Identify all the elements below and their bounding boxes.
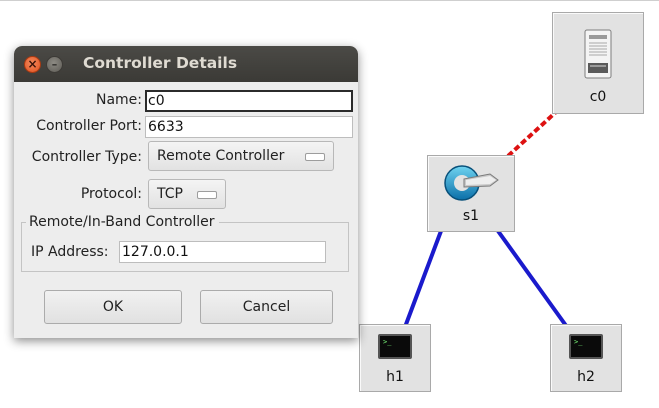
protocol-value: TCP [157,186,183,202]
dropdown-indicator-icon [305,153,325,161]
host1-link[interactable] [403,230,443,328]
name-label: Name: [95,92,142,108]
controller-server-icon [584,29,612,79]
host-node-h1[interactable]: >_ h1 [359,324,431,392]
dialog-title: Controller Details [83,54,238,72]
protocol-select[interactable]: TCP [148,179,226,209]
controller-type-label: Controller Type: [31,149,142,165]
switch-icon [444,165,499,201]
controller-type-value: Remote Controller [157,148,285,164]
ip-address-label: IP Address: [31,244,109,260]
dialog-titlebar[interactable]: × – Controller Details [14,46,358,82]
name-input[interactable]: c0 [145,90,353,112]
ip-address-input[interactable]: 127.0.0.1 [119,241,326,263]
ok-button[interactable]: OK [44,290,182,324]
port-input[interactable]: 6633 [145,116,353,138]
terminal-icon: >_ [378,334,412,359]
protocol-label: Protocol: [80,186,142,202]
switch-node-label: s1 [462,208,480,224]
controller-node-c0[interactable]: c0 [552,12,644,114]
close-icon: × [27,57,38,71]
controller-link[interactable] [506,110,558,158]
controller-details-dialog: × – Controller Details Name: c0 Controll… [14,46,358,338]
minimize-button[interactable]: – [46,56,63,73]
switch-node-s1[interactable]: s1 [427,155,515,232]
cancel-button[interactable]: Cancel [200,290,333,324]
minimize-icon: – [51,58,58,71]
host-node-h2[interactable]: >_ h2 [550,324,622,392]
controller-node-label: c0 [589,89,607,105]
host1-label: h1 [386,369,404,385]
group-legend: Remote/In-Band Controller [26,214,219,230]
host2-link[interactable] [496,229,569,329]
host2-label: h2 [577,369,595,385]
dropdown-indicator-icon [197,191,217,199]
port-label: Controller Port: [36,118,142,134]
close-button[interactable]: × [24,56,41,73]
terminal-icon: >_ [569,334,603,359]
controller-type-select[interactable]: Remote Controller [148,141,334,171]
